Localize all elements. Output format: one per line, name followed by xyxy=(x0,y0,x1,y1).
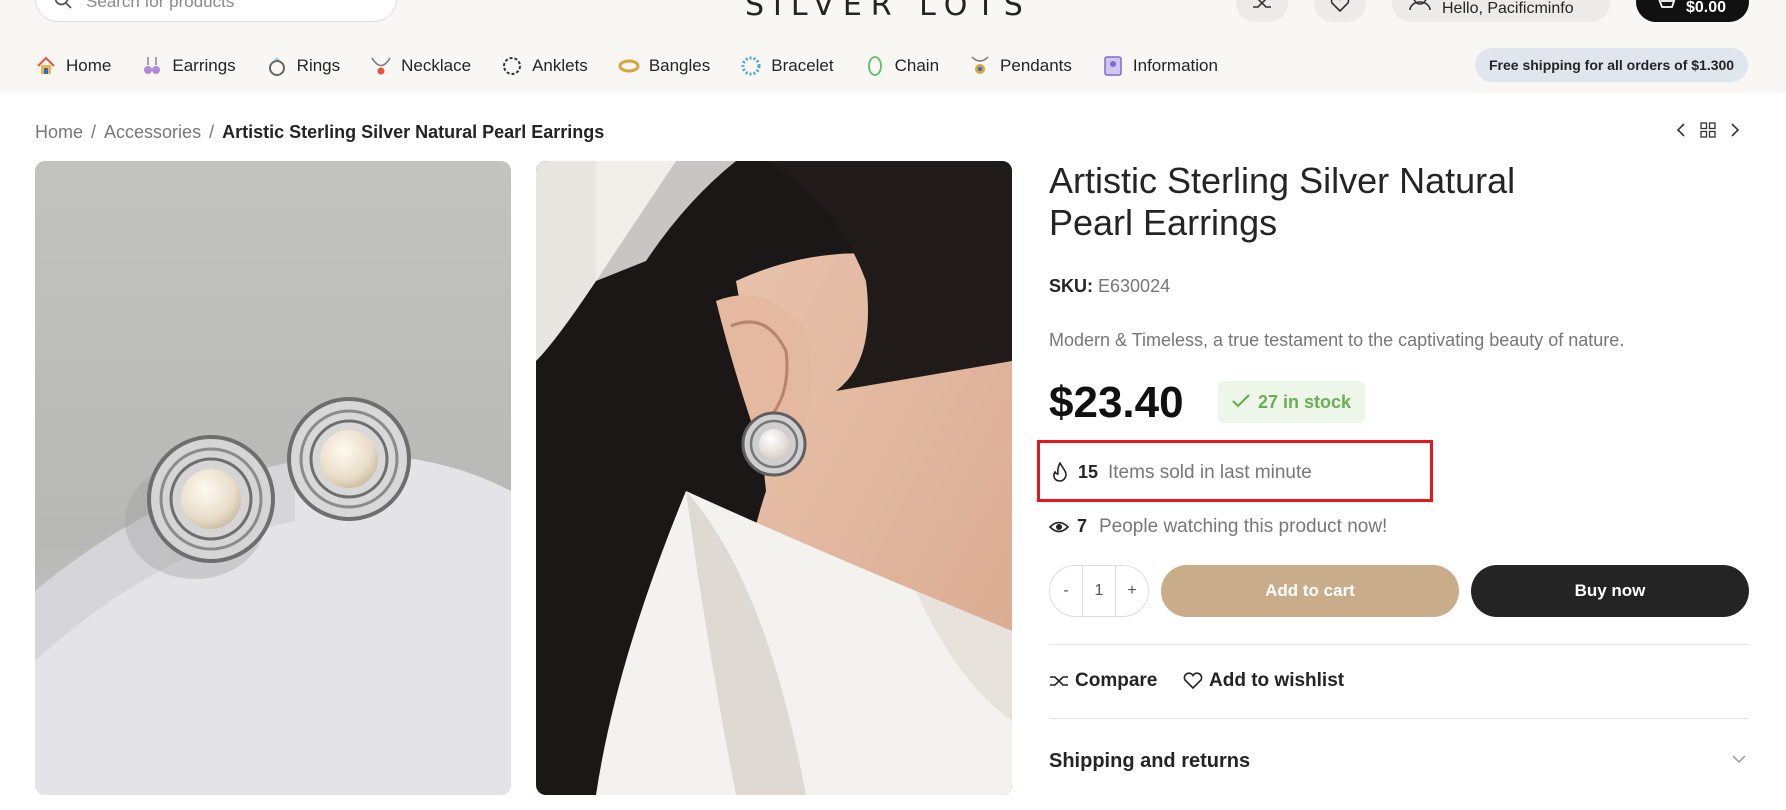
nav-item-earrings[interactable]: Earrings xyxy=(141,55,236,77)
main-nav: Home Earrings Rings Necklace Anklets Ban… xyxy=(35,52,1248,80)
search-input[interactable]: Search for products xyxy=(86,0,234,12)
compare-label: Compare xyxy=(1075,670,1158,691)
search-icon xyxy=(54,0,72,9)
chevron-left-icon[interactable] xyxy=(1676,122,1686,138)
grid-icon[interactable] xyxy=(1700,122,1716,138)
bracelet-icon xyxy=(741,56,761,76)
ring-icon xyxy=(268,57,285,76)
bangle-icon xyxy=(618,59,640,73)
necklace-icon xyxy=(371,57,391,75)
nav-label: Chain xyxy=(894,56,940,75)
nav-item-necklace[interactable]: Necklace xyxy=(370,55,471,77)
sold-count: 15 xyxy=(1078,462,1099,482)
search-box[interactable]: Search for products xyxy=(35,0,397,22)
nav-label: Information xyxy=(1132,56,1218,75)
info-icon xyxy=(1104,56,1122,76)
compare-button[interactable]: Compare xyxy=(1049,670,1157,692)
breadcrumb: Home / Accessories / Artistic Sterling Silve… xyxy=(35,122,605,142)
site-logo[interactable]: SILVER LOTS xyxy=(745,0,1032,23)
shipping-returns-toggle[interactable]: Shipping and returns xyxy=(1049,750,1250,773)
wishlist-label: Add to wishlist xyxy=(1209,670,1345,691)
sold-label: Items sold in last minute xyxy=(1108,462,1312,483)
free-shipping-badge: Free shipping for all orders of $1.300 xyxy=(1475,48,1749,82)
anklet-icon xyxy=(503,57,522,75)
sku-label: SKU: xyxy=(1049,276,1093,296)
qty-minus-button[interactable]: - xyxy=(1050,582,1082,600)
watch-label: People watching this product now! xyxy=(1099,516,1388,537)
nav-item-information[interactable]: Information xyxy=(1102,55,1218,77)
chain-icon xyxy=(867,56,882,76)
watch-count: 7 xyxy=(1077,516,1088,536)
site-header: Search for products SILVER LOTS Hello, P… xyxy=(0,0,1786,93)
cart-total: $0.00 xyxy=(1686,0,1727,16)
product-short-description: Modern & Timeless, a true testament to t… xyxy=(1049,330,1625,350)
stock-badge: 27 in stock xyxy=(1218,381,1366,423)
sku-value: E630024 xyxy=(1098,276,1171,296)
add-to-cart-button[interactable]: Add to cart xyxy=(1161,565,1459,617)
chevron-down-icon[interactable] xyxy=(1732,754,1746,764)
flame-icon xyxy=(1053,462,1067,482)
nav-item-chain[interactable]: Chain xyxy=(864,55,939,77)
earring-right xyxy=(287,397,411,521)
heart-icon xyxy=(1330,0,1350,12)
product-price: $23.40 xyxy=(1049,378,1184,427)
nav-item-rings[interactable]: Rings xyxy=(266,55,340,77)
breadcrumb-category[interactable]: Accessories xyxy=(104,122,201,142)
product-image-2[interactable] xyxy=(536,161,1012,795)
home-icon xyxy=(37,56,55,74)
user-icon xyxy=(1409,0,1431,10)
nav-item-bangles[interactable]: Bangles xyxy=(618,55,710,77)
add-to-wishlist-button[interactable]: Add to wishlist xyxy=(1183,670,1344,692)
nav-label: Rings xyxy=(296,56,341,75)
nav-label: Necklace xyxy=(401,56,472,75)
divider xyxy=(1049,718,1749,719)
earrings-icon xyxy=(144,57,161,74)
pendant-icon xyxy=(971,56,989,74)
account-button[interactable]: Hello, Pacificminfo xyxy=(1392,0,1610,22)
divider xyxy=(1049,644,1749,645)
compare-header-button[interactable] xyxy=(1236,0,1288,22)
nav-label: Anklets xyxy=(532,56,588,75)
nav-label: Home xyxy=(66,56,112,75)
items-sold-highlight: 15 Items sold in last minute xyxy=(1037,440,1433,502)
nav-item-home[interactable]: Home xyxy=(35,55,111,77)
wishlist-header-button[interactable] xyxy=(1314,0,1366,22)
product-title: Artistic Sterling Silver Natural Pearl E… xyxy=(1049,160,1516,243)
earring-left xyxy=(147,435,275,563)
nav-item-pendants[interactable]: Pendants xyxy=(969,55,1072,77)
breadcrumb-home[interactable]: Home xyxy=(35,122,83,142)
qty-plus-button[interactable]: + xyxy=(1116,582,1148,600)
product-navigation xyxy=(1676,122,1740,138)
nav-label: Bracelet xyxy=(771,56,834,75)
cart-icon xyxy=(1658,0,1676,8)
heart-icon xyxy=(1183,672,1203,690)
check-icon xyxy=(1232,394,1250,408)
nav-item-bracelet[interactable]: Bracelet xyxy=(740,55,834,77)
nav-label: Bangles xyxy=(648,56,711,75)
stock-label: 27 in stock xyxy=(1258,392,1352,412)
compare-icon xyxy=(1253,0,1271,8)
chevron-right-icon[interactable] xyxy=(1730,122,1740,138)
nav-label: Pendants xyxy=(1000,56,1072,75)
nav-item-anklets[interactable]: Anklets xyxy=(501,55,588,77)
cart-button[interactable]: $0.00 xyxy=(1636,0,1749,22)
buy-now-button[interactable]: Buy now xyxy=(1471,565,1749,617)
breadcrumb-current: Artistic Sterling Silver Natural Pearl E… xyxy=(222,122,605,142)
nav-label: Earrings xyxy=(172,56,236,75)
quantity-stepper: - 1 + xyxy=(1049,565,1149,617)
qty-input[interactable]: 1 xyxy=(1082,566,1116,616)
eye-icon xyxy=(1049,521,1069,533)
product-image-1[interactable] xyxy=(35,161,511,795)
account-label: Hello, Pacificminfo xyxy=(1442,0,1574,17)
earring-worn xyxy=(741,411,807,477)
sku: SKU: E630024 xyxy=(1049,276,1170,297)
compare-icon xyxy=(1050,676,1068,686)
